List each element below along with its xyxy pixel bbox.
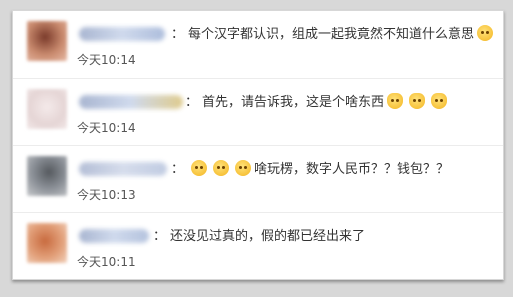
comment-time: 今天10:14 [77, 121, 136, 135]
comment-text: 还没见过真的，假的都已经出来了 [170, 229, 366, 244]
comment-row: ：每个汉字都认识，组成一起我竟然不知道什么意思 今天10:14 [13, 11, 503, 77]
comment-row: ：首先，请告诉我，这是个啥东西 今天10:14 [13, 78, 503, 145]
comment-row: ：还没见过真的，假的都已经出来了 今天10:11 [13, 212, 503, 279]
colon: ： [171, 27, 185, 42]
comment-time: 今天10:14 [77, 53, 136, 67]
comment-text-line: ：还没见过真的，假的都已经出来了 [153, 225, 365, 244]
cat-face-icon [431, 93, 448, 109]
colon: ： [171, 162, 185, 177]
comment-list: ：每个汉字都认识，组成一起我竟然不知道什么意思 今天10:14 ：首先，请告诉我… [12, 10, 504, 280]
comment-text-line: ： 啥玩楞，数字人民币？？钱包？？ [171, 158, 449, 177]
comment-text: 啥玩楞，数字人民币？？钱包？？ [254, 162, 450, 177]
thinking-face-icon [235, 160, 252, 176]
cat-face-icon [387, 93, 404, 109]
comment-row: ： 啥玩楞，数字人民币？？钱包？？ 今天10:13 [13, 145, 503, 212]
cat-face-icon [409, 93, 426, 109]
thinking-face-icon [191, 160, 208, 176]
username-blurred[interactable] [79, 27, 165, 41]
username-blurred[interactable] [79, 162, 167, 176]
username-blurred[interactable] [79, 229, 149, 243]
sleepy-face-icon [477, 25, 494, 41]
comment-text: 每个汉字都认识，组成一起我竟然不知道什么意思 [188, 27, 475, 42]
avatar[interactable] [27, 156, 67, 196]
comment-text-line: ：每个汉字都认识，组成一起我竟然不知道什么意思 [171, 23, 496, 42]
username-blurred[interactable] [79, 95, 183, 109]
comment-time: 今天10:13 [77, 188, 136, 202]
thinking-face-icon [213, 160, 230, 176]
comment-text-line: ：首先，请告诉我，这是个啥东西 [185, 91, 450, 110]
avatar[interactable] [27, 223, 67, 263]
avatar[interactable] [27, 89, 67, 129]
colon: ： [185, 95, 199, 110]
colon: ： [153, 229, 167, 244]
comment-time: 今天10:11 [77, 255, 136, 269]
avatar[interactable] [27, 21, 67, 61]
comment-text: 首先，请告诉我，这是个啥东西 [202, 95, 385, 110]
